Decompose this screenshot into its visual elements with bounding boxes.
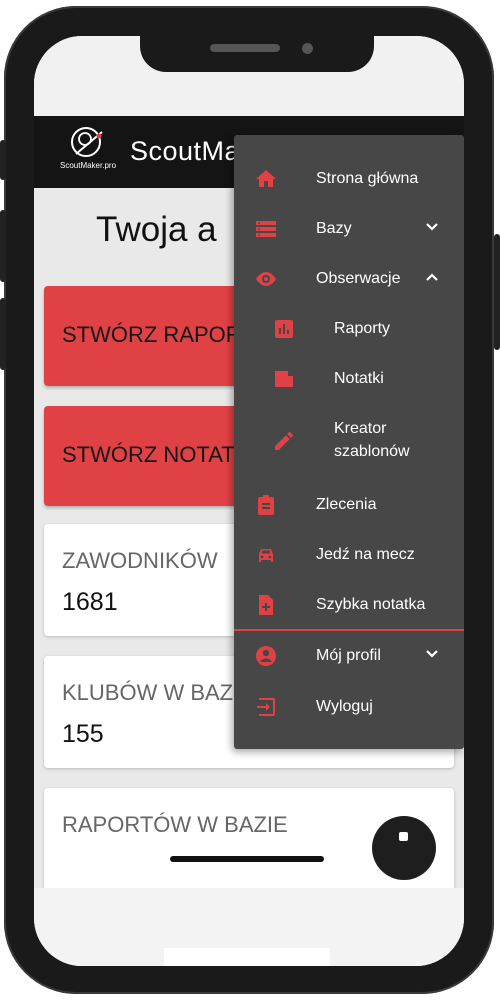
menu-item-orders[interactable]: Zlecenia [234, 481, 464, 529]
menu-item-logout[interactable]: Wyloguj [234, 683, 464, 731]
navigation-menu: Strona główna Bazy Obserwacje Raporty No… [234, 135, 464, 749]
menu-divider [234, 629, 464, 631]
clubs-stat-label: KLUBÓW W BAZ [62, 680, 234, 705]
note-icon [275, 371, 293, 387]
players-stat-value: 1681 [62, 588, 118, 616]
note-add-icon [259, 595, 273, 615]
phone-volume-up-button [0, 210, 6, 282]
menu-item-go-to-match[interactable]: Jedź na mecz [234, 531, 464, 579]
menu-item-my-profile-label: Mój profil [316, 647, 381, 664]
eye-icon [256, 272, 276, 286]
menu-item-template-creator-label-2: szablonów [334, 443, 410, 460]
logout-icon [257, 698, 275, 716]
create-note-label: STWÓRZ NOTAT [62, 442, 235, 467]
logo-icon [71, 127, 103, 157]
menu-item-my-profile[interactable]: Mój profil [234, 632, 464, 680]
reports-stat-label: RAPORTÓW W BAZIE [62, 812, 288, 837]
chevron-down-icon [426, 650, 438, 658]
menu-item-reports[interactable]: Raporty [234, 305, 464, 353]
clipboard-icon [258, 495, 274, 515]
add-icon [399, 832, 408, 841]
phone-side-button [0, 140, 6, 180]
bottom-safe-area [164, 948, 330, 966]
menu-item-databases-label: Bazy [316, 220, 352, 237]
chart-icon [275, 320, 293, 338]
page-title: Twoja a [96, 210, 217, 249]
chevron-up-icon [426, 273, 438, 281]
menu-item-notes[interactable]: Notatki [234, 355, 464, 403]
menu-item-go-to-match-label: Jedź na mecz [316, 546, 415, 563]
phone-power-button [494, 234, 500, 350]
phone-screen: ScoutMaker.pro ScoutMa Twoja a STWÓRZ RA… [34, 36, 464, 966]
phone-speaker [210, 44, 280, 52]
menu-item-orders-label: Zlecenia [316, 496, 377, 513]
app-logo[interactable]: ScoutMaker.pro [56, 126, 120, 180]
floating-action-button[interactable] [372, 816, 436, 880]
database-icon [256, 221, 276, 237]
phone-volume-down-button [0, 298, 6, 370]
menu-item-observations[interactable]: Obserwacje [234, 255, 464, 303]
menu-item-databases[interactable]: Bazy [234, 205, 464, 253]
menu-item-observations-label: Obserwacje [316, 270, 401, 287]
menu-item-home[interactable]: Strona główna [234, 155, 464, 203]
players-stat-label: ZAWODNIKÓW [62, 548, 218, 573]
clubs-stat-value: 155 [62, 720, 104, 748]
pencil-icon [275, 431, 293, 450]
home-indicator[interactable] [170, 856, 324, 862]
menu-item-home-label: Strona główna [316, 170, 419, 187]
menu-item-quick-note[interactable]: Szybka notatka [234, 581, 464, 629]
menu-item-reports-label: Raporty [334, 320, 391, 337]
menu-item-notes-label: Notatki [334, 370, 384, 387]
account-icon [256, 646, 276, 666]
logo-text: ScoutMaker.pro [59, 161, 117, 170]
menu-item-quick-note-label: Szybka notatka [316, 596, 426, 613]
create-report-label: STWÓRZ RAPOR [62, 322, 242, 347]
phone-camera [302, 43, 313, 54]
car-icon [259, 549, 273, 562]
menu-item-template-creator-label-1: Kreator [334, 420, 387, 437]
chevron-down-icon [426, 223, 438, 231]
menu-item-logout-label: Wyloguj [316, 698, 373, 715]
home-icon [256, 170, 276, 187]
app-title: ScoutMa [130, 136, 241, 166]
menu-item-template-creator[interactable]: Kreator szablonów [234, 417, 464, 467]
